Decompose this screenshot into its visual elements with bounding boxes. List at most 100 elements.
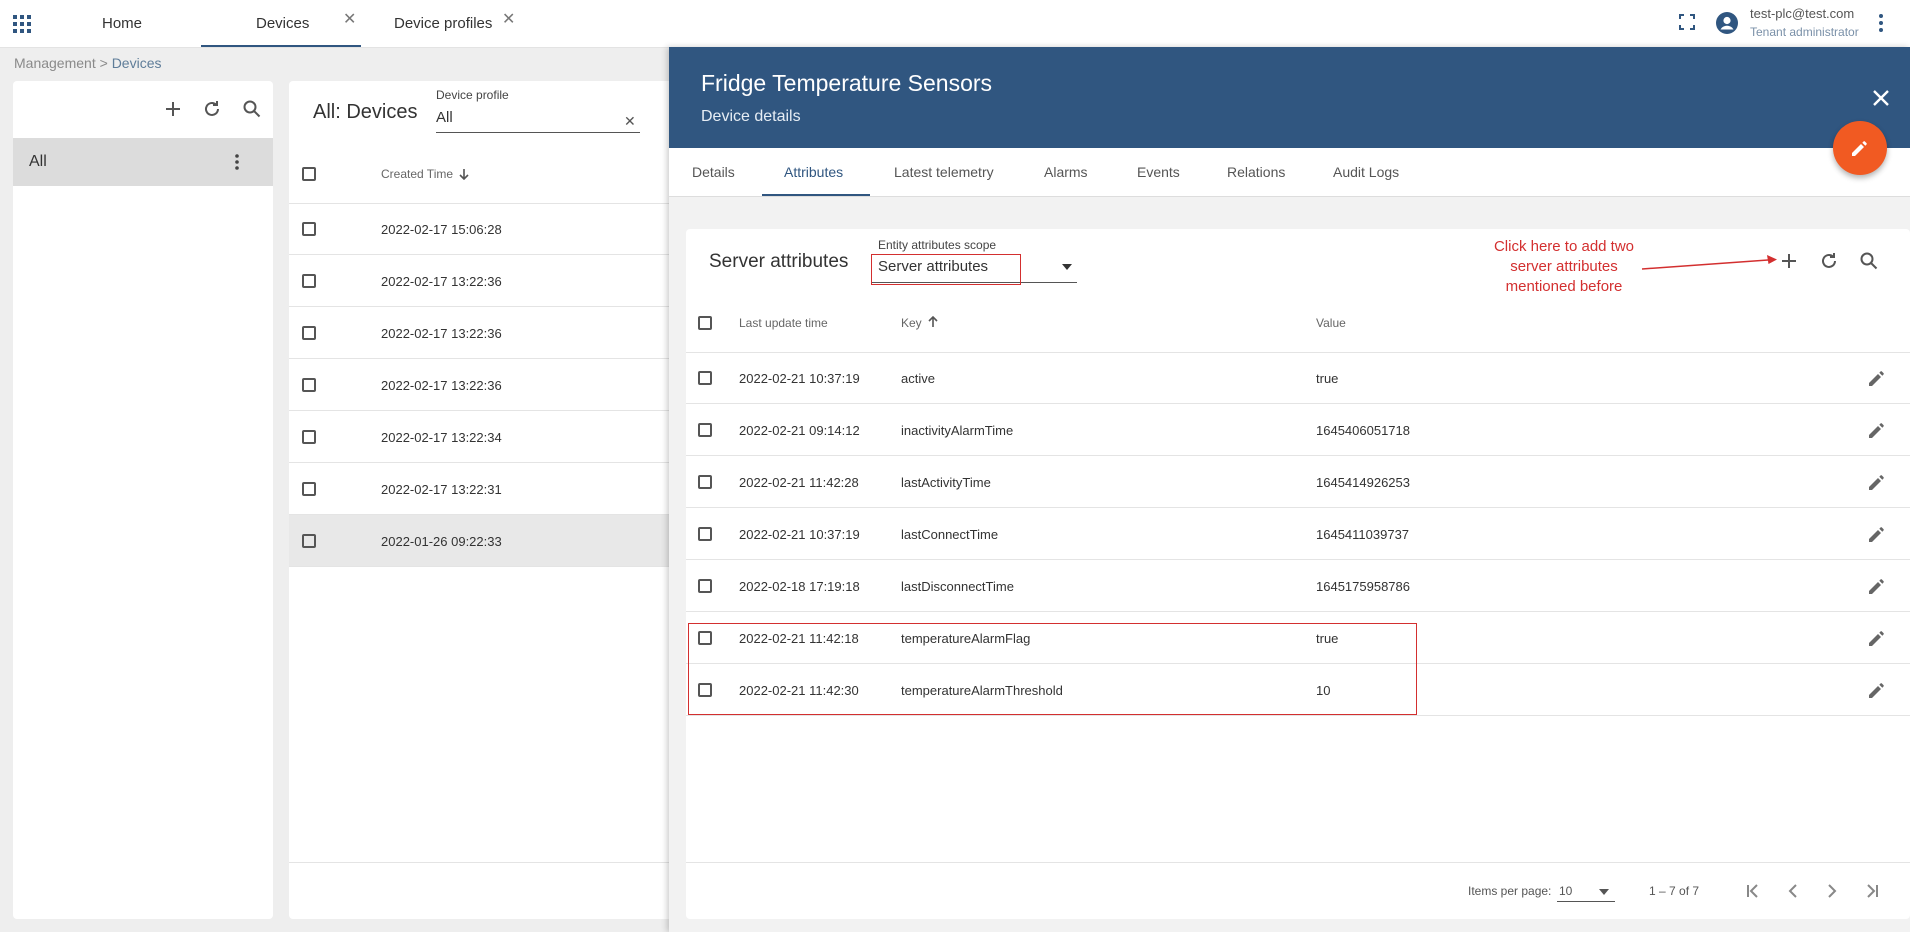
time-cell: 2022-02-21 11:42:28	[739, 475, 859, 490]
value-cell: true	[1316, 371, 1339, 386]
active-tab-indicator	[201, 45, 361, 47]
details-title: Fridge Temperature Sensors	[701, 70, 993, 96]
user-role: Tenant administrator	[1750, 25, 1859, 39]
table-row[interactable]	[686, 404, 1910, 456]
edit-icon[interactable]	[1868, 577, 1886, 595]
created-time-cell: 2022-01-26 09:22:33	[381, 534, 502, 549]
row-checkbox[interactable]	[302, 482, 316, 496]
first-page-icon[interactable]	[1745, 883, 1761, 899]
active-tab-indicator	[762, 194, 870, 196]
more-vert-icon[interactable]	[1879, 14, 1883, 32]
row-checkbox[interactable]	[302, 430, 316, 444]
add-icon[interactable]	[164, 100, 182, 118]
chevron-left-icon[interactable]	[1785, 883, 1801, 899]
device-profile-label: Device profile	[436, 88, 509, 102]
time-cell: 2022-02-21 10:37:19	[739, 527, 860, 542]
key-cell: active	[901, 371, 935, 386]
key-cell: inactivityAlarmTime	[901, 423, 1014, 438]
table-row[interactable]	[686, 508, 1910, 560]
close-icon[interactable]: ✕	[343, 9, 356, 29]
table-row[interactable]	[686, 456, 1910, 508]
search-icon[interactable]	[1860, 252, 1878, 270]
key-cell: lastActivityTime	[901, 475, 991, 490]
device-profile-input[interactable]: All	[436, 109, 453, 126]
refresh-icon[interactable]	[1820, 252, 1838, 270]
column-key[interactable]: Key	[901, 316, 922, 330]
created-time-cell: 2022-02-17 13:22:36	[381, 274, 502, 289]
breadcrumb-parent[interactable]: Management	[14, 55, 96, 71]
tab-details[interactable]: Details	[692, 148, 735, 196]
apps-icon[interactable]	[13, 15, 31, 33]
group-row-all[interactable]	[13, 138, 273, 186]
tab-devices[interactable]: Devices	[256, 0, 309, 47]
tab-events[interactable]: Events	[1137, 148, 1180, 196]
row-checkbox[interactable]	[302, 326, 316, 340]
details-header	[669, 47, 1910, 148]
items-per-page-label: Items per page:	[1468, 884, 1552, 898]
tab-relations[interactable]: Relations	[1227, 148, 1285, 196]
chevron-right-icon[interactable]	[1824, 883, 1840, 899]
breadcrumb-current: Devices	[111, 55, 162, 71]
user-email: test-plc@test.com	[1750, 6, 1855, 21]
row-checkbox[interactable]	[302, 378, 316, 392]
account-icon[interactable]	[1716, 12, 1738, 34]
scope-label: Entity attributes scope	[878, 238, 997, 252]
row-checkbox[interactable]	[302, 274, 316, 288]
row-checkbox[interactable]	[698, 371, 712, 385]
more-vert-icon[interactable]	[235, 154, 239, 170]
edit-icon[interactable]	[1868, 629, 1886, 647]
row-checkbox[interactable]	[698, 475, 712, 489]
table-row[interactable]	[686, 352, 1910, 404]
annotation-text: Click here to add two server attributes …	[1493, 238, 1635, 295]
time-cell: 2022-02-21 09:14:12	[739, 423, 860, 438]
add-icon[interactable]	[1780, 252, 1798, 270]
search-icon[interactable]	[243, 100, 261, 118]
tab-latest-telemetry[interactable]: Latest telemetry	[894, 148, 994, 196]
value-cell: 1645406051718	[1316, 423, 1410, 438]
items-per-page-select[interactable]: 10	[1559, 884, 1572, 898]
column-created-time[interactable]: Created Time	[381, 167, 453, 181]
edit-icon[interactable]	[1868, 369, 1886, 387]
close-icon[interactable]: ✕	[624, 113, 636, 130]
tab-audit-logs[interactable]: Audit Logs	[1333, 148, 1399, 196]
edit-icon[interactable]	[1868, 473, 1886, 491]
close-icon[interactable]: ✕	[502, 9, 515, 29]
annotation-arrow	[1640, 253, 1790, 273]
dropdown-icon[interactable]	[1599, 889, 1609, 895]
edit-icon[interactable]	[1868, 681, 1886, 699]
row-checkbox[interactable]	[698, 579, 712, 593]
edit-icon[interactable]	[1868, 421, 1886, 439]
edit-icon	[1851, 139, 1869, 157]
value-cell: 1645414926253	[1316, 475, 1410, 490]
tab-device-profiles[interactable]: Device profiles	[394, 0, 492, 47]
attributes-title: Server attributes	[709, 251, 849, 272]
key-cell: lastConnectTime	[901, 527, 999, 542]
tab-alarms[interactable]: Alarms	[1044, 148, 1088, 196]
devices-footer-divider	[289, 862, 709, 863]
row-checkbox[interactable]	[302, 534, 316, 548]
edit-icon[interactable]	[1868, 525, 1886, 543]
scope-highlight-box	[871, 254, 1021, 285]
value-cell: 1645411039737	[1316, 527, 1410, 542]
breadcrumb: Management > Devices	[14, 55, 161, 71]
row-checkbox[interactable]	[302, 222, 316, 236]
last-page-icon[interactable]	[1864, 883, 1880, 899]
select-all-checkbox[interactable]	[698, 316, 712, 330]
created-time-cell: 2022-02-17 13:22:31	[381, 482, 502, 497]
row-checkbox[interactable]	[698, 527, 712, 541]
select-all-checkbox[interactable]	[302, 167, 316, 181]
details-subtitle: Device details	[701, 108, 801, 125]
refresh-icon[interactable]	[203, 100, 221, 118]
group-label: All	[29, 153, 47, 170]
fullscreen-icon[interactable]	[1679, 14, 1695, 30]
row-checkbox[interactable]	[698, 423, 712, 437]
attributes-header-row	[686, 301, 1910, 353]
tab-attributes[interactable]: Attributes	[784, 148, 843, 196]
column-last-update-time[interactable]: Last update time	[739, 316, 828, 330]
close-icon[interactable]	[1873, 90, 1889, 106]
tab-home[interactable]: Home	[102, 0, 142, 47]
column-value[interactable]: Value	[1316, 316, 1346, 330]
dropdown-icon[interactable]	[1062, 264, 1072, 270]
devices-title: All: Devices	[313, 101, 418, 123]
table-row[interactable]	[686, 560, 1910, 612]
